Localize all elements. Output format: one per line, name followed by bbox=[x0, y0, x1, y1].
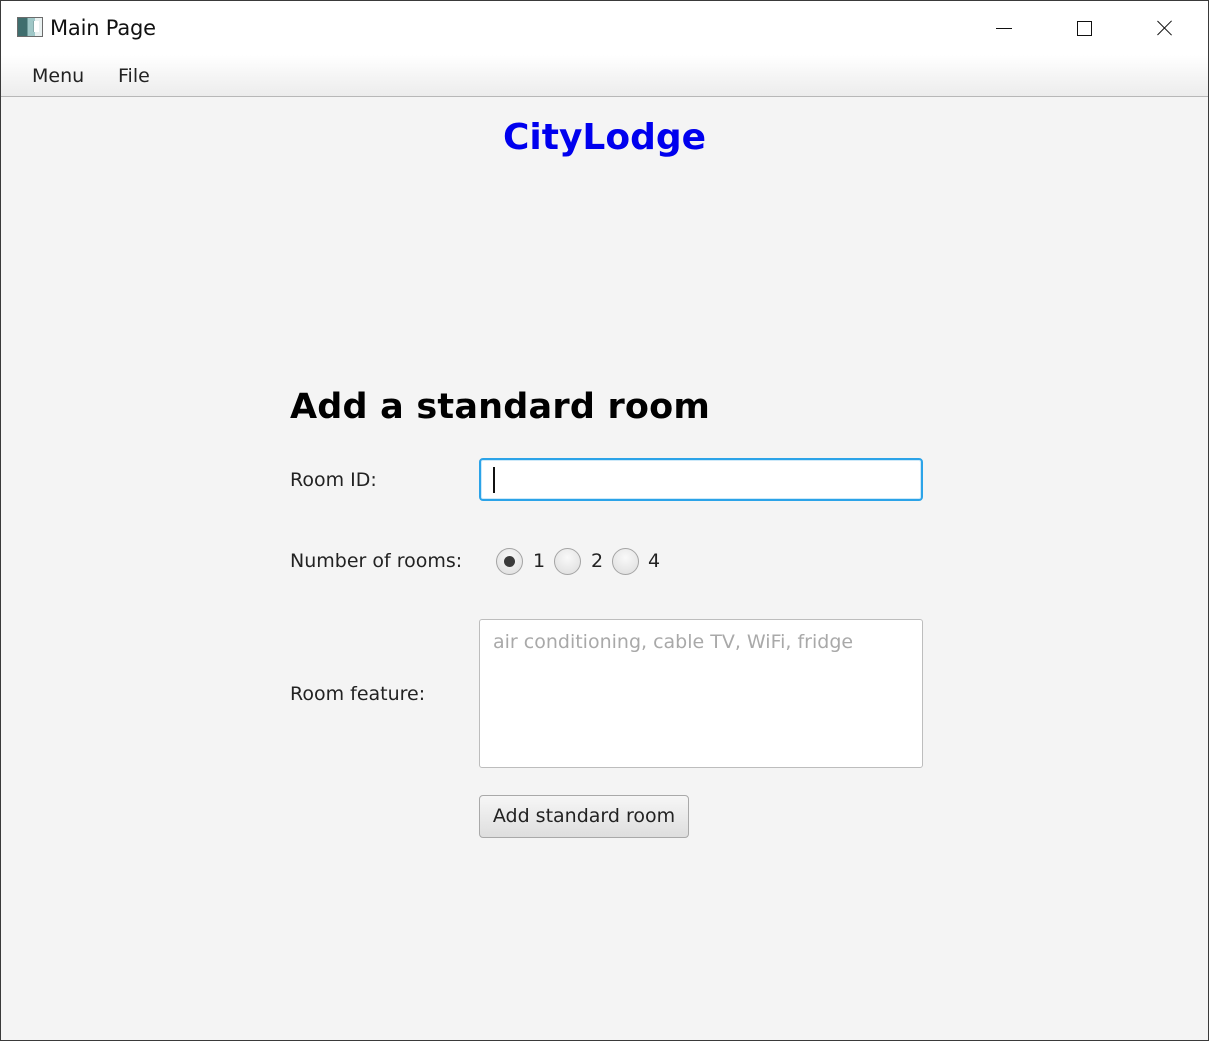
close-button[interactable] bbox=[1125, 1, 1205, 55]
minimize-button[interactable] bbox=[963, 1, 1043, 55]
window-title: Main Page bbox=[50, 16, 156, 40]
radio-rooms-1[interactable] bbox=[496, 548, 523, 575]
radio-label-1[interactable]: 1 bbox=[533, 550, 545, 572]
number-of-rooms-label: Number of rooms: bbox=[290, 550, 463, 572]
radio-label-2[interactable]: 2 bbox=[591, 550, 603, 572]
form-title: Add a standard room bbox=[290, 387, 711, 427]
radio-label-4[interactable]: 4 bbox=[648, 550, 660, 572]
text-caret bbox=[493, 467, 495, 493]
room-feature-textarea[interactable]: air conditioning, cable TV, WiFi, fridge bbox=[479, 619, 923, 768]
radio-rooms-4[interactable] bbox=[612, 548, 639, 575]
room-feature-placeholder: air conditioning, cable TV, WiFi, fridge bbox=[493, 631, 854, 653]
app-window: Main Page Menu File CityLodge Add a stan… bbox=[0, 0, 1209, 1041]
add-standard-room-button[interactable]: Add standard room bbox=[479, 795, 689, 838]
room-feature-label: Room feature: bbox=[290, 683, 426, 705]
menu-bar: Menu File bbox=[1, 55, 1208, 97]
app-icon bbox=[17, 17, 43, 37]
menu-item-menu[interactable]: Menu bbox=[32, 65, 84, 87]
radio-rooms-2[interactable] bbox=[554, 548, 581, 575]
brand-title: CityLodge bbox=[502, 117, 707, 158]
maximize-icon bbox=[1077, 21, 1092, 36]
menu-item-file[interactable]: File bbox=[118, 65, 150, 87]
radio-selected-dot bbox=[504, 556, 515, 567]
title-bar[interactable]: Main Page bbox=[1, 1, 1208, 55]
room-id-input[interactable] bbox=[479, 458, 923, 501]
maximize-button[interactable] bbox=[1044, 1, 1124, 55]
minimize-icon bbox=[996, 28, 1012, 29]
room-id-label: Room ID: bbox=[290, 469, 377, 491]
close-icon bbox=[1157, 20, 1173, 36]
